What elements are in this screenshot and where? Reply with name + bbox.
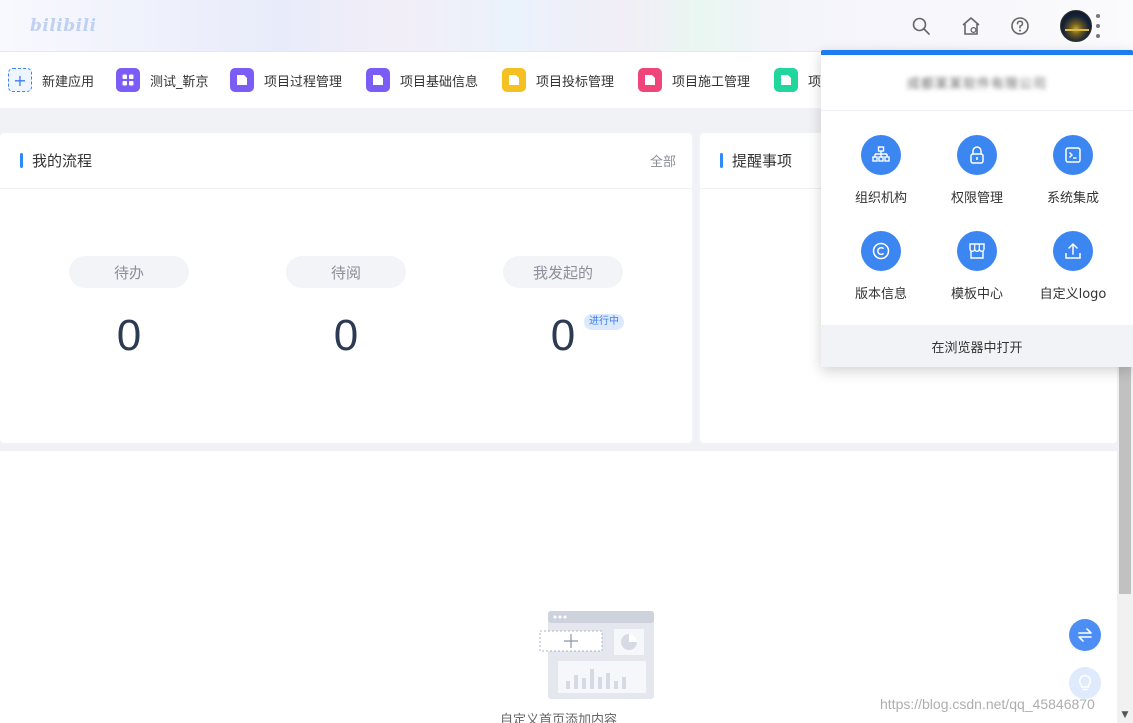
menu-item-label: 版本信息 bbox=[854, 287, 907, 302]
stat-value: 0 bbox=[116, 311, 142, 360]
scroll-down-arrow-icon[interactable]: ▼ bbox=[1117, 706, 1133, 723]
stat-todo[interactable]: 待办 0 bbox=[69, 256, 189, 360]
app-item[interactable]: 项目基础信息 bbox=[366, 68, 478, 92]
lightbulb-icon[interactable] bbox=[1069, 667, 1101, 699]
stat-value: 0 bbox=[333, 311, 359, 360]
plus-icon: + bbox=[8, 68, 32, 92]
custom-content-area: 自定义首页添加内容 bbox=[0, 451, 1117, 723]
stat-label: 待阅 bbox=[286, 256, 406, 288]
top-header: bilibili bbox=[0, 0, 1133, 52]
upload-icon bbox=[1053, 231, 1093, 271]
logo[interactable]: bilibili bbox=[30, 16, 97, 36]
switch-icon[interactable] bbox=[1069, 619, 1101, 651]
org-chart-icon bbox=[861, 135, 901, 175]
avatar[interactable] bbox=[1060, 10, 1092, 42]
menu-item-permission[interactable]: 权限管理 bbox=[932, 135, 1022, 206]
app-label: 项目过程管理 bbox=[264, 74, 343, 90]
menu-item-label: 模板中心 bbox=[950, 287, 1003, 302]
stat-label: 我发起的 bbox=[503, 256, 623, 288]
view-all-link[interactable]: 全部 bbox=[650, 151, 676, 170]
app-item[interactable]: 项 bbox=[774, 68, 821, 92]
open-in-browser-button[interactable]: 在浏览器中打开 bbox=[821, 325, 1133, 367]
stat-toread[interactable]: 待阅 0 bbox=[286, 256, 406, 360]
menu-item-templates[interactable]: 模板中心 bbox=[932, 231, 1022, 302]
stat-initiated[interactable]: 我发起的 0 进行中 bbox=[503, 256, 624, 360]
app-item[interactable]: 项目过程管理 bbox=[230, 68, 342, 92]
store-icon bbox=[957, 231, 997, 271]
search-icon[interactable] bbox=[909, 14, 933, 38]
stat-label: 待办 bbox=[69, 256, 189, 288]
app-item[interactable]: 测试_靳京 bbox=[116, 68, 209, 92]
menu-item-label: 权限管理 bbox=[950, 191, 1003, 206]
menu-item-org[interactable]: 组织机构 bbox=[836, 135, 926, 206]
app-label: 新建应用 bbox=[42, 74, 95, 90]
doc-app-icon bbox=[774, 68, 798, 92]
home-icon[interactable] bbox=[959, 14, 983, 38]
grid-app-icon bbox=[116, 68, 140, 92]
menu-item-label: 自定义logo bbox=[1039, 287, 1107, 302]
more-menu-icon[interactable] bbox=[1095, 14, 1101, 38]
lock-icon bbox=[957, 135, 997, 175]
card-title: 我的流程 bbox=[20, 150, 92, 171]
app-label: 测试_靳京 bbox=[150, 74, 209, 90]
menu-item-custom-logo[interactable]: 自定义logo bbox=[1028, 231, 1118, 302]
menu-item-label: 系统集成 bbox=[1046, 191, 1099, 206]
menu-item-version[interactable]: 版本信息 bbox=[836, 231, 926, 302]
doc-app-icon bbox=[638, 68, 662, 92]
terminal-icon bbox=[1053, 135, 1093, 175]
divider bbox=[0, 188, 692, 189]
copyright-icon bbox=[861, 231, 901, 271]
watermark: https://blog.csdn.net/qq_45846870 bbox=[880, 696, 1095, 712]
new-app-button[interactable]: + 新建应用 bbox=[8, 68, 94, 92]
app-label: 项目施工管理 bbox=[672, 74, 751, 90]
app-item[interactable]: 项目施工管理 bbox=[638, 68, 750, 92]
doc-app-icon bbox=[502, 68, 526, 92]
org-name: 成都某某软件有限公司 bbox=[906, 77, 1047, 92]
divider bbox=[821, 110, 1133, 111]
app-label: 项 bbox=[808, 74, 822, 90]
empty-state-illustration bbox=[538, 611, 656, 699]
doc-app-icon bbox=[366, 68, 390, 92]
help-icon[interactable] bbox=[1008, 14, 1032, 38]
menu-item-label: 组织机构 bbox=[854, 191, 907, 206]
status-badge: 进行中 bbox=[584, 314, 624, 330]
app-label: 项目基础信息 bbox=[400, 74, 479, 90]
my-flow-card: 我的流程 全部 待办 0 待阅 0 我发起的 0 进行中 bbox=[0, 133, 692, 443]
card-title: 提醒事项 bbox=[720, 150, 792, 171]
app-label: 项目投标管理 bbox=[536, 74, 615, 90]
menu-item-integration[interactable]: 系统集成 bbox=[1028, 135, 1118, 206]
doc-app-icon bbox=[230, 68, 254, 92]
app-item[interactable]: 项目投标管理 bbox=[502, 68, 614, 92]
user-dropdown-panel: 成都某某软件有限公司 组织机构 权限管理 系统集成 版本信息 模板中心 自定义l… bbox=[821, 50, 1133, 367]
